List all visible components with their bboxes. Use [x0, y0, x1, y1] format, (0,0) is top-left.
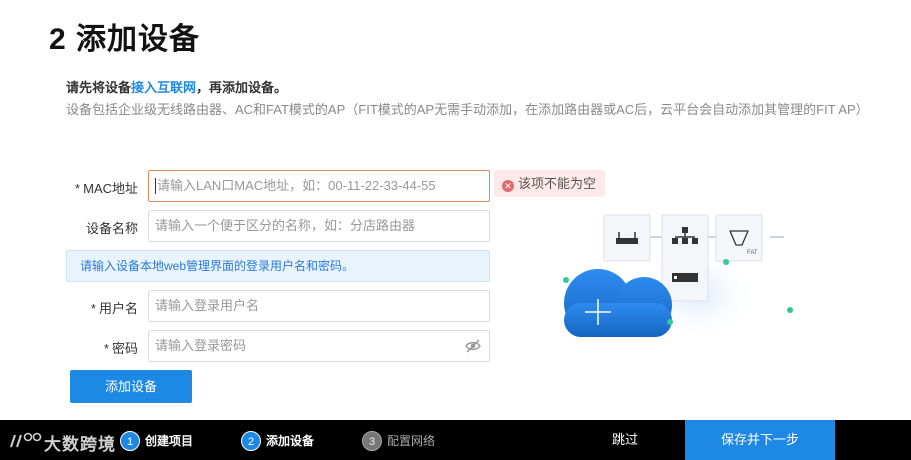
username-label: * 用户名: [66, 298, 138, 317]
save-next-button[interactable]: 保存并下一步: [685, 420, 835, 460]
mac-error-text: 该项不能为空: [518, 176, 597, 191]
device-name-placeholder: 请输入一个便于区分的名称，如：分店路由器: [155, 218, 416, 233]
required-mark: *: [75, 181, 81, 196]
intro-prefix: 请先将设备: [66, 80, 132, 95]
connect-internet-link[interactable]: 接入互联网: [131, 80, 196, 95]
password-label: * 密码: [66, 338, 138, 357]
mac-placeholder: 请输入LAN口MAC地址，如：00-11-22-33-44-55: [157, 178, 436, 193]
step-configure-network[interactable]: 3 配置网络: [362, 429, 435, 451]
device-name-input[interactable]: 请输入一个便于区分的名称，如：分店路由器: [148, 210, 490, 242]
network-illustration: FAT: [563, 214, 793, 340]
intro-text: 请先将设备接入互联网，再添加设备。: [66, 77, 287, 96]
required-mark: *: [103, 341, 109, 356]
step-label: 添加设备: [266, 433, 315, 448]
mac-label: * MAC地址: [66, 178, 138, 197]
brand-name: 大数跨境: [44, 435, 116, 454]
step-label: 配置网络: [387, 433, 436, 448]
footer-bar: 大数跨境 1 创建项目 2 添加设备 3 配置网络 跳过 保存并下一步: [0, 420, 911, 460]
close-circle-icon: ✕: [502, 180, 514, 192]
mac-input[interactable]: 请输入LAN口MAC地址，如：00-11-22-33-44-55: [148, 170, 490, 202]
page-title: 2 添加设备: [49, 23, 201, 56]
password-label-text: 密码: [111, 341, 138, 356]
password-input[interactable]: 请输入登录密码: [148, 330, 490, 362]
credentials-info-bar: 请输入设备本地web管理界面的登录用户名和密码。: [66, 250, 490, 282]
intro-suffix: ，再添加设备。: [196, 80, 288, 95]
add-device-button[interactable]: 添加设备: [70, 370, 192, 403]
step-number: 3: [362, 430, 382, 451]
step-number: 2: [241, 430, 261, 451]
username-input[interactable]: 请输入登录用户名: [148, 290, 490, 322]
password-placeholder: 请输入登录密码: [155, 338, 247, 353]
fat-label: FAT: [747, 250, 758, 256]
fat-ap-icon: FAT: [715, 214, 763, 262]
username-label-text: 用户名: [98, 301, 138, 316]
mac-label-text: MAC地址: [83, 181, 138, 196]
device-name-label: 设备名称: [85, 221, 138, 236]
required-mark: *: [90, 301, 96, 316]
step-number: 1: [120, 430, 140, 451]
eye-off-icon[interactable]: [465, 339, 481, 353]
intro-description: 设备包括企业级无线路由器、AC和FAT模式的AP（FIT模式的AP无需手动添加，…: [66, 102, 869, 117]
skip-button[interactable]: 跳过: [612, 430, 638, 450]
username-placeholder: 请输入登录用户名: [155, 298, 260, 313]
step-add-device[interactable]: 2 添加设备: [241, 429, 314, 451]
step-create-project[interactable]: 1 创建项目: [120, 429, 193, 451]
brand-logo-icon: [10, 432, 42, 448]
mac-error-tip: ✕ 该项不能为空: [494, 170, 606, 197]
router-icon: [603, 214, 651, 262]
text-caret: [155, 177, 156, 194]
step-label: 创建项目: [145, 433, 194, 448]
ac-controller-icon: [661, 214, 709, 302]
